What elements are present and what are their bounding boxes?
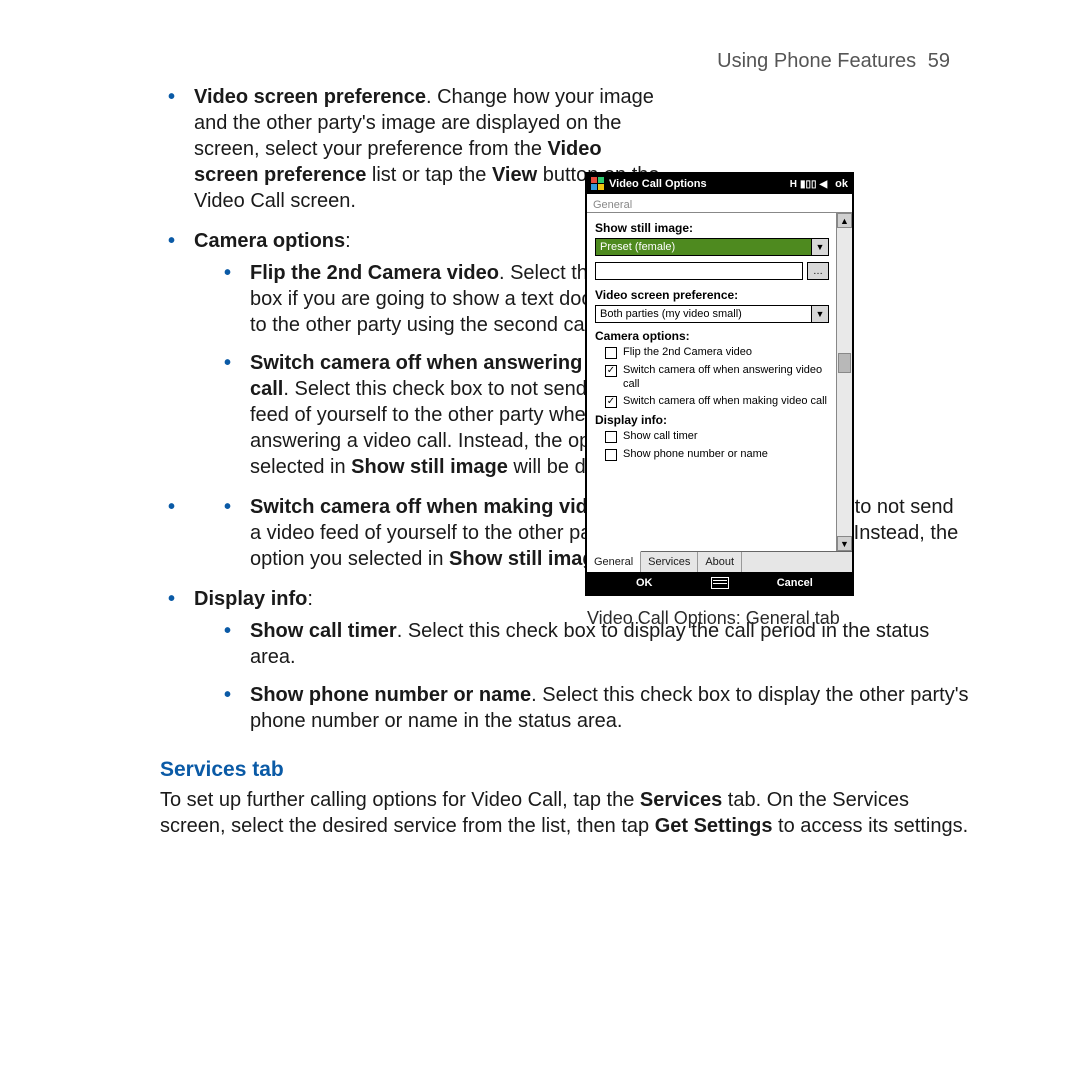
- softkey-bar: OK Cancel: [587, 572, 852, 594]
- windows-flag-icon: [591, 177, 605, 191]
- checkbox-icon[interactable]: ✓: [605, 396, 617, 408]
- scroll-thumb[interactable]: [838, 353, 851, 373]
- options-panel: Show still image: Preset (female) ▼ … Vi…: [587, 213, 852, 551]
- running-header: Using Phone Features 59: [717, 50, 950, 73]
- window-title: Video Call Options: [609, 178, 707, 190]
- tab-about[interactable]: About: [698, 552, 742, 572]
- preset-dropdown[interactable]: Preset (female) ▼: [595, 238, 829, 256]
- checkbox-icon[interactable]: ✓: [605, 365, 617, 377]
- figure-caption: Video Call Options: General tab: [585, 608, 850, 629]
- services-tab-heading: Services tab: [160, 756, 970, 783]
- camera-options-heading: Camera options:: [595, 329, 829, 343]
- chevron-down-icon[interactable]: ▼: [811, 239, 828, 255]
- chevron-down-icon[interactable]: ▼: [811, 306, 828, 322]
- checkbox-off-making[interactable]: ✓ Switch camera off when making video ca…: [605, 395, 829, 409]
- tab-services[interactable]: Services: [641, 552, 698, 572]
- page-number: 59: [928, 50, 950, 72]
- still-image-heading: Show still image:: [595, 221, 829, 235]
- figure-video-call-options: Video Call Options H ▮▯▯ ◀ ok General Sh…: [585, 172, 850, 629]
- checkbox-call-timer[interactable]: Show call timer: [605, 430, 829, 444]
- checkbox-phone-number[interactable]: Show phone number or name: [605, 448, 829, 462]
- network-h-icon: H: [790, 179, 797, 190]
- speaker-icon: ◀: [819, 179, 827, 190]
- list-item: Show phone number or name. Select this c…: [194, 682, 970, 734]
- checkbox-icon[interactable]: [605, 347, 617, 359]
- top-tab-general[interactable]: General: [587, 198, 638, 212]
- scroll-down-icon[interactable]: ▼: [837, 536, 852, 551]
- bottom-tabbar: General Services About: [587, 551, 852, 572]
- checkbox-icon[interactable]: [605, 449, 617, 461]
- window-titlebar: Video Call Options H ▮▯▯ ◀ ok: [587, 174, 852, 194]
- softkey-ok[interactable]: OK: [587, 577, 702, 589]
- video-pref-heading: Video screen preference:: [595, 288, 829, 302]
- checkbox-icon[interactable]: [605, 431, 617, 443]
- ok-button[interactable]: ok: [835, 178, 848, 190]
- browse-button[interactable]: …: [807, 262, 829, 280]
- softkey-cancel[interactable]: Cancel: [738, 577, 853, 589]
- system-icons: H ▮▯▯ ◀: [790, 179, 827, 190]
- services-paragraph: To set up further calling options for Vi…: [160, 787, 970, 839]
- display-info-heading: Display info:: [595, 413, 829, 427]
- still-image-path-input[interactable]: [595, 262, 803, 280]
- list-item: Show call timer. Select this check box t…: [194, 618, 970, 670]
- top-tab-row: General: [587, 194, 852, 213]
- keyboard-icon[interactable]: [702, 577, 738, 589]
- video-pref-value: Both parties (my video small): [600, 308, 742, 320]
- video-pref-dropdown[interactable]: Both parties (my video small) ▼: [595, 305, 829, 323]
- checkbox-flip-camera[interactable]: Flip the 2nd Camera video: [605, 346, 829, 360]
- section-title: Using Phone Features: [717, 50, 916, 72]
- vertical-scrollbar[interactable]: ▲ ▼: [836, 213, 852, 551]
- checkbox-off-answering[interactable]: ✓ Switch camera off when answering video…: [605, 364, 829, 392]
- signal-icon: ▮▯▯: [800, 179, 817, 190]
- scroll-up-icon[interactable]: ▲: [837, 213, 852, 228]
- tab-general[interactable]: General: [587, 551, 641, 572]
- preset-dropdown-value: Preset (female): [600, 241, 675, 253]
- device-screenshot: Video Call Options H ▮▯▯ ◀ ok General Sh…: [585, 172, 854, 596]
